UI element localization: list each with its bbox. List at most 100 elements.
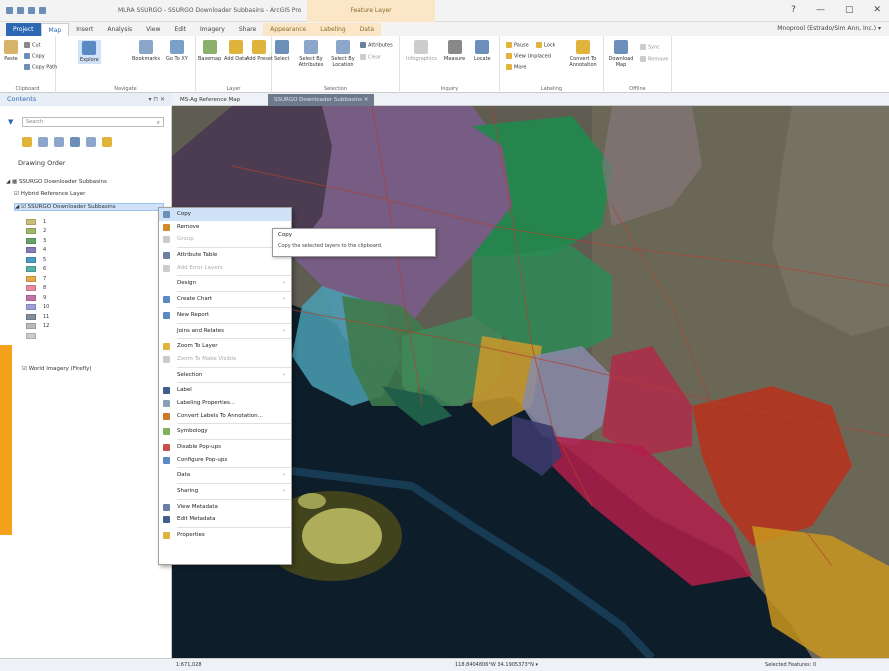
add-preset-button[interactable]: Add Preset <box>246 40 273 62</box>
menu-item-copy[interactable]: Copy <box>159 208 291 221</box>
menu-item-selection[interactable]: Selection › <box>159 369 291 382</box>
tab-insert[interactable]: Insert <box>69 23 100 36</box>
selected-layer-node[interactable]: ◢ ☑ SSURGO Downloader Subbasins <box>14 203 164 211</box>
bookmarks-button[interactable]: Bookmarks <box>132 40 160 62</box>
legend-item[interactable]: 2 <box>26 227 49 237</box>
tab-analysis[interactable]: Analysis <box>100 23 139 36</box>
menu-item-edit-metadata[interactable]: Edit Metadata <box>159 513 291 526</box>
legend-item[interactable]: 3 <box>26 236 49 246</box>
minimize-button[interactable]: — <box>816 5 825 15</box>
hybrid-layer-node[interactable]: ☑ Hybrid Reference Layer <box>14 191 85 197</box>
tab-reference-map[interactable]: MS-Ag Reference Map <box>174 94 246 106</box>
coordinate-readout[interactable]: 118.8404806°W 34.1905373°N ▾ <box>455 662 538 668</box>
menu-item-zoom-to-make-visible[interactable]: Zoom To Make Visible <box>159 353 291 366</box>
cut-button[interactable]: Cut <box>24 42 41 49</box>
more-labels-button[interactable]: More <box>506 64 526 71</box>
user-signin[interactable]: Mnoprool (Estrado/Sim Ann, Inc.) ▾ <box>777 25 881 32</box>
legend-item[interactable]: 4 <box>26 246 49 256</box>
menu-item-symbology[interactable]: Symbology <box>159 425 291 438</box>
explore-button[interactable]: Explore <box>78 40 101 64</box>
tab-project[interactable]: Project <box>6 23 41 36</box>
menu-item-design[interactable]: Design › <box>159 277 291 290</box>
select-by-location-button[interactable]: Select By Location <box>328 40 358 68</box>
open-icon[interactable] <box>17 7 24 14</box>
lock-labels-button[interactable]: Lock <box>536 42 555 49</box>
view-unplaced-button[interactable]: View Unplaced <box>506 53 551 60</box>
contents-search-input[interactable]: Search ⌕ <box>22 117 164 127</box>
legend-item[interactable]: 7 <box>26 274 49 284</box>
basemap-button[interactable]: Basemap <box>198 40 221 62</box>
menu-item-view-metadata[interactable]: View Metadata <box>159 501 291 514</box>
infographics-button[interactable]: Infographics <box>406 40 437 62</box>
filter-icon[interactable]: ▼ <box>8 118 13 126</box>
paste-button[interactable]: Paste <box>4 40 18 62</box>
save-icon[interactable] <box>6 7 13 14</box>
search-icon[interactable]: ⌕ <box>157 118 160 127</box>
clear-selection-button[interactable]: Clear <box>360 54 381 61</box>
menu-item-configure-pop-ups[interactable]: Configure Pop-ups <box>159 454 291 467</box>
tab-imagery[interactable]: Imagery <box>193 23 232 36</box>
convert-to-annotation-button[interactable]: Convert To Annotation <box>566 40 600 68</box>
measure-button[interactable]: Measure <box>444 40 465 62</box>
tab-subbasins-map[interactable]: SSURGO Downloader Subbasins ✕ <box>268 94 375 106</box>
legend-item[interactable] <box>26 331 49 341</box>
help-button[interactable]: ? <box>791 5 796 15</box>
map-node[interactable]: ◢ ▦ SSURGO Downloader Subbasins <box>6 179 107 185</box>
labeling-icon[interactable] <box>102 137 112 147</box>
menu-item-sharing[interactable]: Sharing › <box>159 485 291 498</box>
legend-item[interactable]: 9 <box>26 293 49 303</box>
menu-item-joins-and-relates[interactable]: Joins and Relates › <box>159 325 291 338</box>
editing-icon[interactable] <box>70 137 80 147</box>
menu-item-disable-pop-ups[interactable]: Disable Pop-ups <box>159 441 291 454</box>
selection-icon[interactable] <box>54 137 64 147</box>
map-scale[interactable]: 1:671,028 <box>176 662 202 668</box>
menu-item-add-error-layers[interactable]: Add Error Layers <box>159 262 291 275</box>
tab-data[interactable]: Data <box>352 23 381 36</box>
legend-item[interactable]: 12 <box>26 322 49 332</box>
locate-button[interactable]: Locate <box>474 40 491 62</box>
add-data-button[interactable]: Add Data <box>224 40 247 62</box>
goto-xy-button[interactable]: Go To XY <box>166 40 188 62</box>
menu-item-zoom-to-layer[interactable]: Zoom To Layer <box>159 340 291 353</box>
infographics-icon <box>414 40 429 54</box>
menu-item-label: Copy <box>177 211 191 217</box>
legend-item[interactable]: 10 <box>26 303 49 313</box>
menu-item-convert-labels-to-annotation[interactable]: Convert Labels To Annotation... <box>159 410 291 423</box>
tab-edit[interactable]: Edit <box>167 23 193 36</box>
download-map-button[interactable]: Download Map <box>608 40 634 68</box>
menu-item-label[interactable]: Label <box>159 384 291 397</box>
legend-item[interactable]: 11 <box>26 312 49 322</box>
menu-item-new-report[interactable]: New Report <box>159 309 291 322</box>
copy-button[interactable]: Copy <box>24 53 45 60</box>
drawing-order-icon[interactable] <box>22 137 32 147</box>
select-button[interactable]: Select <box>274 40 289 62</box>
menu-item-create-chart[interactable]: Create Chart › <box>159 293 291 306</box>
convert-labels-icon <box>163 412 170 420</box>
tab-appearance[interactable]: Appearance <box>263 23 314 36</box>
pause-labels-button[interactable]: Pause <box>506 42 529 49</box>
legend-item[interactable]: 1 <box>26 217 49 227</box>
menu-item-data[interactable]: Data › <box>159 469 291 482</box>
select-by-attributes-button[interactable]: Select By Attributes <box>296 40 326 68</box>
close-button[interactable]: ✕ <box>873 5 881 15</box>
remove-offline-button[interactable]: Remove <box>640 56 668 63</box>
sync-button[interactable]: Sync <box>640 44 660 51</box>
redo-icon[interactable] <box>39 7 46 14</box>
tab-labeling[interactable]: Labeling <box>313 23 353 36</box>
legend-item[interactable]: 5 <box>26 255 49 265</box>
tab-view[interactable]: View <box>139 23 167 36</box>
undo-icon[interactable] <box>28 7 35 14</box>
menu-item-labeling-properties[interactable]: Labeling Properties... <box>159 397 291 410</box>
maximize-button[interactable]: ▢ <box>845 5 854 15</box>
tab-share[interactable]: Share <box>232 23 263 36</box>
attributes-button[interactable]: Attributes <box>360 42 393 49</box>
imagery-layer-node[interactable]: ☑ World Imagery (Firefly) <box>22 366 92 372</box>
legend-item[interactable]: 8 <box>26 284 49 294</box>
data-source-icon[interactable] <box>38 137 48 147</box>
tab-map[interactable]: Map <box>40 23 70 36</box>
legend-item[interactable]: 6 <box>26 265 49 275</box>
pane-controls[interactable]: ▾ ⊓ ✕ <box>148 93 165 106</box>
menu-item-properties[interactable]: Properties <box>159 529 291 542</box>
snapping-icon[interactable] <box>86 137 96 147</box>
copy-path-button[interactable]: Copy Path <box>24 64 57 71</box>
